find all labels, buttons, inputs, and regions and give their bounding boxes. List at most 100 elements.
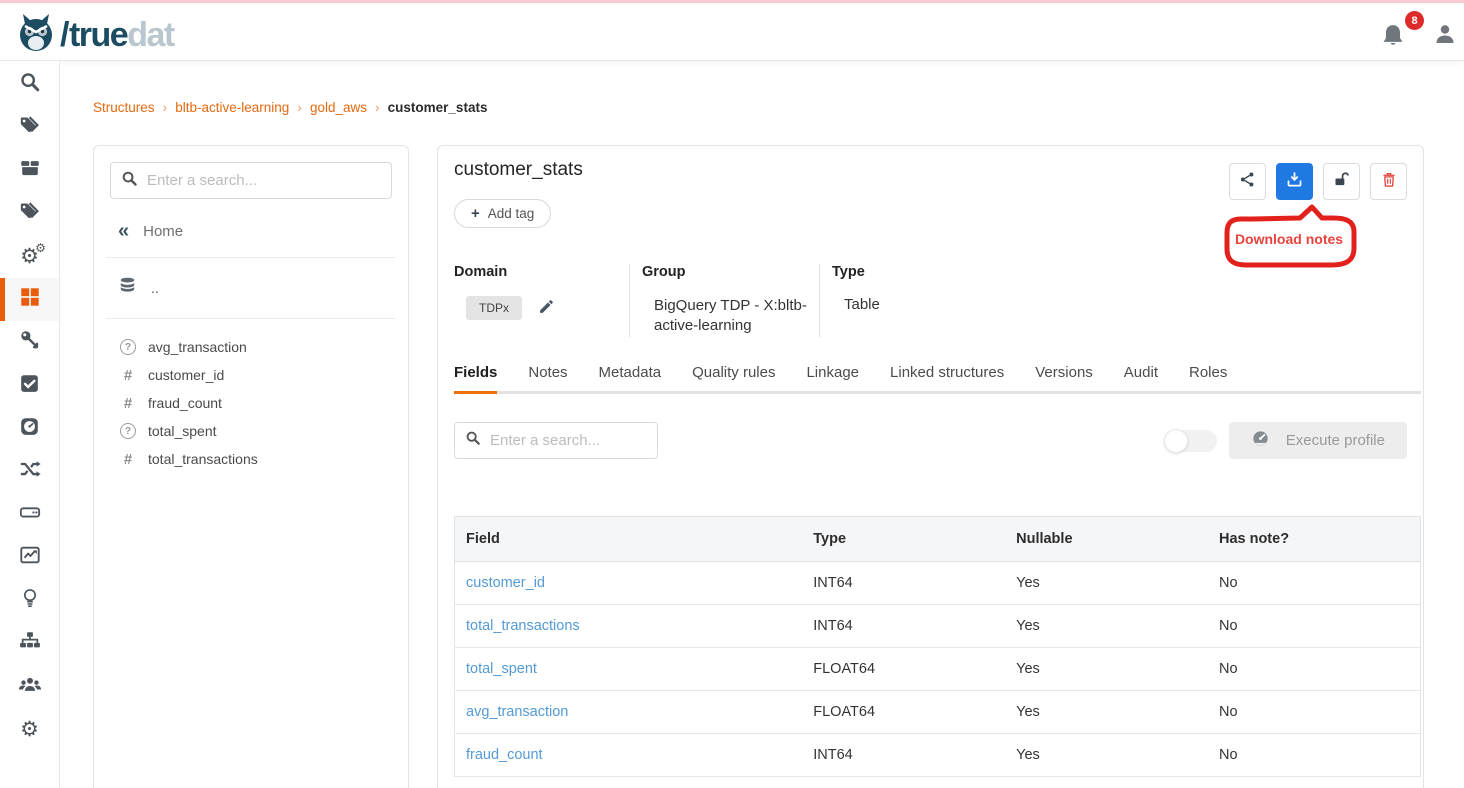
- divider: [106, 318, 396, 319]
- left-panel-search[interactable]: [110, 162, 392, 199]
- field-list-item[interactable]: # total_transactions: [120, 445, 392, 473]
- tab-roles[interactable]: Roles: [1189, 358, 1227, 394]
- gauge-icon: [1251, 429, 1270, 452]
- annotation-label: Download notes: [1221, 231, 1357, 247]
- field-link[interactable]: total_transactions: [455, 605, 803, 648]
- field-list-item[interactable]: # customer_id: [120, 361, 392, 389]
- sidebar-item-structures[interactable]: [0, 278, 59, 321]
- field-link[interactable]: avg_transaction: [455, 691, 803, 734]
- tab-metadata[interactable]: Metadata: [599, 358, 662, 394]
- tab-linkage[interactable]: Linkage: [806, 358, 859, 394]
- search-icon: [465, 430, 481, 451]
- toggle-knob: [1164, 429, 1188, 453]
- tags-icon: [19, 114, 41, 141]
- fields-search[interactable]: [454, 422, 658, 459]
- stopwatch-icon: [19, 416, 40, 442]
- shuffle-icon: [19, 458, 41, 485]
- field-list-item[interactable]: # fraud_count: [120, 389, 392, 417]
- tab-quality-rules[interactable]: Quality rules: [692, 358, 775, 394]
- sidebar-item-glossary[interactable]: [0, 106, 59, 149]
- gear-icon: ⚙: [20, 719, 39, 740]
- fields-toolbar: Execute profile: [454, 422, 1407, 459]
- execute-profile-button[interactable]: Execute profile: [1229, 422, 1407, 459]
- col-field: Field: [455, 517, 803, 562]
- left-panel-search-input[interactable]: [147, 172, 381, 189]
- search-icon: [121, 170, 138, 192]
- sidebar-item-configurations[interactable]: [0, 622, 59, 665]
- fields-table: Field Type Nullable Has note? customer_i…: [454, 516, 1421, 777]
- profile-toggle[interactable]: [1165, 430, 1217, 452]
- sitemap-icon: [19, 630, 41, 657]
- share-button[interactable]: [1229, 163, 1266, 200]
- sidebar-item-lineage[interactable]: [0, 450, 59, 493]
- sidebar-item-admin[interactable]: ⚙⚙: [0, 235, 59, 278]
- tab-versions[interactable]: Versions: [1035, 358, 1093, 394]
- question-circle-icon: ?: [120, 423, 136, 439]
- tab-linked-structures[interactable]: Linked structures: [890, 358, 1004, 394]
- breadcrumb-link[interactable]: bltb-active-learning: [175, 100, 289, 115]
- double-chevron-left-icon: «: [118, 221, 129, 241]
- tab-fields[interactable]: Fields: [454, 358, 497, 394]
- download-notes-annotation: Download notes: [1221, 203, 1363, 277]
- breadcrumb-separator: ›: [163, 99, 168, 115]
- fields-search-input[interactable]: [490, 432, 689, 449]
- truedat-logo[interactable]: /truedat: [14, 11, 174, 60]
- users-icon: [18, 673, 42, 700]
- unlock-button[interactable]: [1323, 163, 1360, 200]
- hash-icon: #: [120, 451, 136, 468]
- sidebar-item-insights[interactable]: [0, 579, 59, 622]
- hash-icon: #: [120, 395, 136, 412]
- sidebar-item-sources[interactable]: [0, 493, 59, 536]
- breadcrumb-link[interactable]: Structures: [93, 100, 155, 115]
- field-list-item[interactable]: ? total_spent: [120, 417, 392, 445]
- sidebar-item-user-groups[interactable]: [0, 665, 59, 708]
- fields-table-header-row: Field Type Nullable Has note?: [455, 517, 1421, 562]
- check-square-icon: [19, 373, 40, 399]
- lightbulb-icon: [20, 587, 40, 614]
- breadcrumb: Structures › bltb-active-learning › gold…: [93, 99, 487, 115]
- delete-button[interactable]: [1370, 163, 1407, 200]
- nav-parent-item[interactable]: ..: [118, 276, 392, 300]
- sidebar-item-permissions[interactable]: [0, 321, 59, 364]
- nav-home-label: Home: [143, 223, 183, 240]
- structure-nav-panel: « Home .. ? avg_transaction # customer_i…: [93, 145, 409, 788]
- field-list-item[interactable]: ? avg_transaction: [120, 333, 392, 361]
- breadcrumb-link[interactable]: gold_aws: [310, 100, 367, 115]
- logo-wordmark: /truedat: [60, 16, 174, 55]
- field-link[interactable]: fraud_count: [455, 734, 803, 777]
- tags-icon: [19, 200, 41, 227]
- edit-domain-pencil-icon[interactable]: [538, 298, 555, 319]
- table-row: customer_id INT64 Yes No: [455, 562, 1421, 605]
- domain-column: Domain TDPx: [454, 264, 629, 337]
- question-circle-icon: ?: [120, 339, 136, 355]
- add-tag-button[interactable]: + Add tag: [454, 199, 551, 228]
- sidebar-item-settings[interactable]: ⚙: [0, 708, 59, 751]
- tab-notes[interactable]: Notes: [528, 358, 567, 394]
- group-label: Group: [642, 264, 809, 280]
- user-account-icon[interactable]: [1434, 23, 1456, 45]
- hash-icon: #: [120, 367, 136, 384]
- share-icon: [1239, 171, 1256, 193]
- sidebar-item-taxonomy[interactable]: [0, 192, 59, 235]
- download-notes-button[interactable]: [1276, 163, 1313, 200]
- download-icon: [1286, 171, 1303, 193]
- table-row: avg_transaction FLOAT64 Yes No: [455, 691, 1421, 734]
- sidebar-item-rules[interactable]: [0, 364, 59, 407]
- grid-icon: [19, 286, 41, 313]
- app-root: /truedat 8 ⚙⚙: [0, 0, 1464, 788]
- sidebar-item-search[interactable]: [0, 63, 59, 106]
- notifications-bell-icon[interactable]: [1380, 21, 1410, 55]
- group-value: BigQuery TDP - X:bltb-active-learning: [642, 296, 812, 337]
- col-has-note: Has note?: [1208, 517, 1421, 562]
- owl-logo-icon: [14, 11, 58, 60]
- sidebar-item-dashboards[interactable]: [0, 536, 59, 579]
- plus-icon: +: [471, 206, 480, 221]
- tab-audit[interactable]: Audit: [1124, 358, 1158, 394]
- field-link[interactable]: total_spent: [455, 648, 803, 691]
- sidebar-item-products[interactable]: [0, 149, 59, 192]
- field-link[interactable]: customer_id: [455, 562, 803, 605]
- sidebar-item-executions[interactable]: [0, 407, 59, 450]
- nav-home[interactable]: « Home: [118, 221, 392, 257]
- notification-badge: 8: [1405, 11, 1424, 30]
- table-row: total_transactions INT64 Yes No: [455, 605, 1421, 648]
